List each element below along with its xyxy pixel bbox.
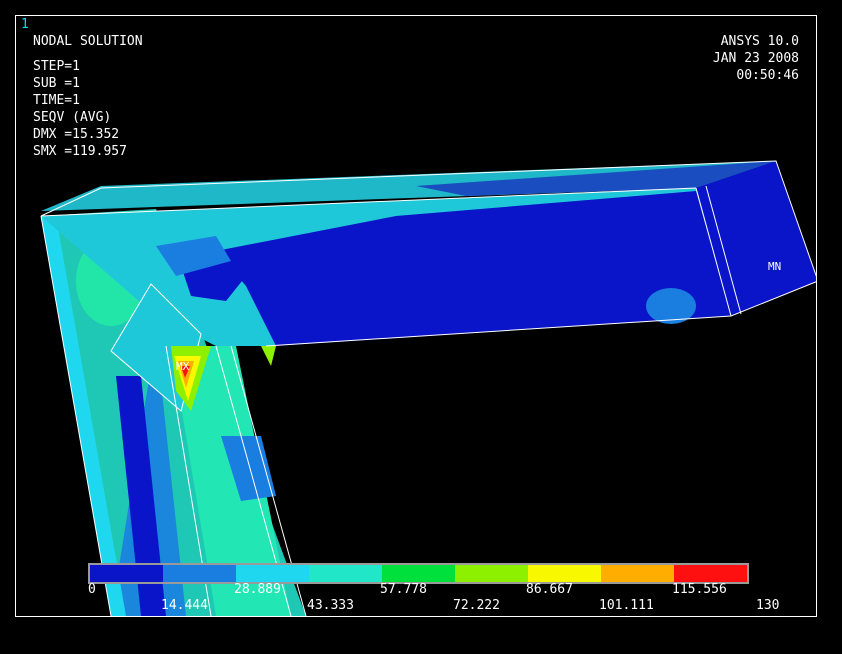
legend-seg — [528, 565, 601, 582]
legend-seg — [309, 565, 382, 582]
legend-tick: 72.222 — [453, 598, 500, 613]
legend-seg — [90, 565, 163, 582]
legend-tick: 86.667 — [526, 582, 573, 597]
legend-tick: 0 — [88, 582, 96, 597]
legend-seg — [236, 565, 309, 582]
legend-tick: 115.556 — [672, 582, 727, 597]
legend-tick: 14.444 — [161, 598, 208, 613]
legend-seg — [601, 565, 674, 582]
contour-legend-bar — [88, 563, 749, 584]
contour-model — [40, 160, 816, 616]
legend-tick: 130 — [756, 598, 780, 613]
graphics-viewport[interactable]: 1 NODAL SOLUTION STEP=1 SUB =1 TIME=1 SE… — [15, 15, 817, 617]
legend-tick: 43.333 — [307, 598, 354, 613]
legend-tick: 57.778 — [380, 582, 427, 597]
legend-seg — [674, 565, 747, 582]
legend-seg — [455, 565, 528, 582]
stress-green-2 — [261, 346, 276, 366]
legend-seg — [382, 565, 455, 582]
min-marker: MN — [768, 260, 782, 273]
legend-tick: 101.111 — [599, 598, 654, 613]
max-marker: MX — [176, 360, 190, 373]
legend-tick: 28.889 — [234, 582, 281, 597]
legend-seg — [163, 565, 236, 582]
